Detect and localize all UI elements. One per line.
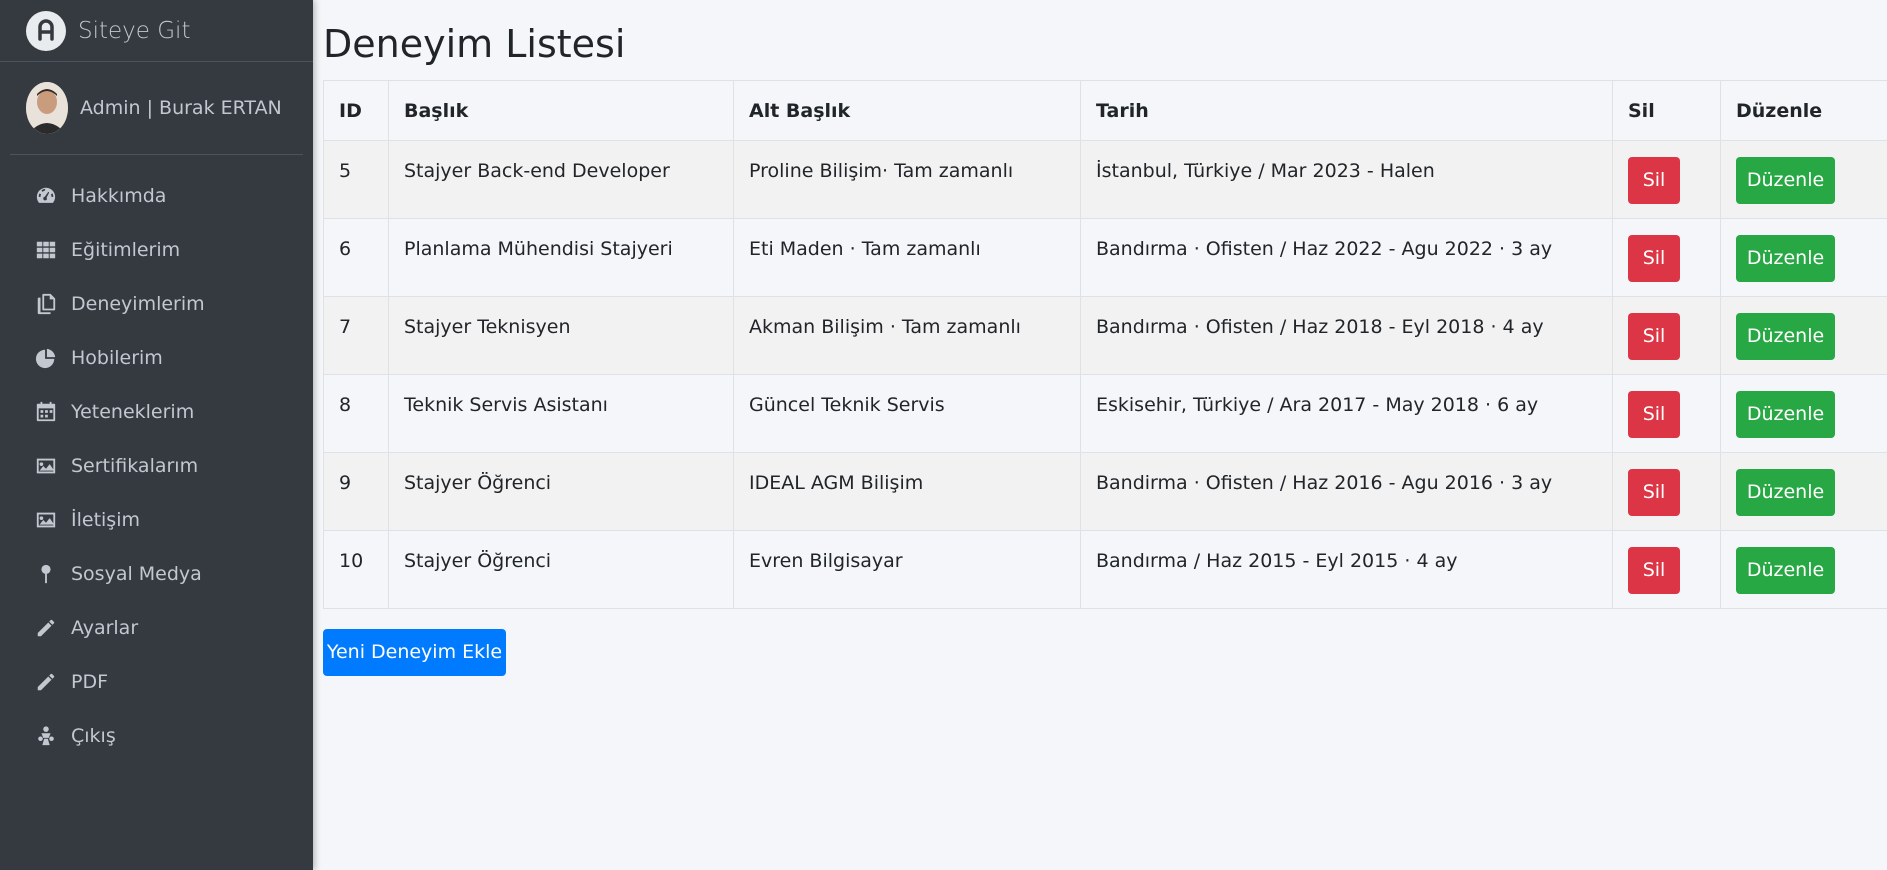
gauge-icon	[34, 184, 58, 208]
cell-baslik: Planlama Mühendisi Stajyeri	[388, 218, 734, 297]
map-pin-icon	[34, 562, 58, 586]
sidebar-item-deneyimlerim[interactable]: Deneyimlerim	[0, 277, 313, 331]
brand-logo-icon	[26, 10, 66, 51]
cell-duzenle: Düzenle	[1720, 218, 1887, 297]
cell-baslik: Stajyer Back-end Developer	[388, 140, 734, 219]
delete-button[interactable]: Sil	[1628, 391, 1680, 438]
sidebar-item-iletisim[interactable]: İletişim	[0, 493, 313, 547]
copy-icon	[34, 292, 58, 316]
sidebar-item-ayarlar[interactable]: Ayarlar	[0, 601, 313, 655]
sidebar-item-sertifikalarim[interactable]: Sertifikalarım	[0, 439, 313, 493]
cell-tarih: Bandırma / Haz 2015 - Eyl 2015 · 4 ay	[1080, 530, 1613, 609]
cell-sil: Sil	[1612, 218, 1721, 297]
experience-table: ID Başlık Alt Başlık Tarih Sil Düzenle 5…	[323, 80, 1887, 609]
cell-alt-baslik: Eti Maden · Tam zamanlı	[733, 218, 1081, 297]
table-row: 10 Stajyer Öğrenci Evren Bilgisayar Band…	[323, 530, 1887, 609]
cell-duzenle: Düzenle	[1720, 296, 1887, 375]
brand-link[interactable]: Siteye Git	[0, 0, 313, 62]
user-name: Admin | Burak ERTAN	[80, 97, 282, 119]
cell-id: 10	[323, 530, 389, 609]
column-header-id: ID	[323, 80, 389, 141]
sidebar-item-hobilerim[interactable]: Hobilerim	[0, 331, 313, 385]
edit-button[interactable]: Düzenle	[1736, 391, 1835, 438]
cell-duzenle: Düzenle	[1720, 140, 1887, 219]
cell-tarih: Bandirma · Ofisten / Haz 2016 - Agu 2016…	[1080, 452, 1613, 531]
edit-button[interactable]: Düzenle	[1736, 547, 1835, 594]
grid-icon	[34, 238, 58, 262]
column-header-alt-baslik: Alt Başlık	[733, 80, 1081, 141]
pencil-icon	[34, 616, 58, 640]
cell-alt-baslik: Proline Bilişim· Tam zamanlı	[733, 140, 1081, 219]
sidebar-nav: Hakkımda Eğitimlerim Deneyimlerim Hobile…	[0, 169, 313, 763]
calendar-icon	[34, 400, 58, 424]
cell-tarih: Eskisehir, Türkiye / Ara 2017 - May 2018…	[1080, 374, 1613, 453]
cell-id: 6	[323, 218, 389, 297]
page-title: Deneyim Listesi	[323, 22, 626, 66]
cell-tarih: Bandırma · Ofisten / Haz 2022 - Agu 2022…	[1080, 218, 1613, 297]
table-row: 6 Planlama Mühendisi Stajyeri Eti Maden …	[323, 218, 1887, 297]
add-experience-button[interactable]: Yeni Deneyim Ekle	[323, 629, 506, 676]
pie-chart-icon	[34, 346, 58, 370]
cell-id: 5	[323, 140, 389, 219]
edit-button[interactable]: Düzenle	[1736, 235, 1835, 282]
user-group-icon	[34, 724, 58, 748]
table-row: 7 Stajyer Teknisyen Akman Bilişim · Tam …	[323, 296, 1887, 375]
cell-sil: Sil	[1612, 530, 1721, 609]
table-row: 9 Stajyer Öğrenci IDEAL AGM Bilişim Band…	[323, 452, 1887, 531]
table-row: 5 Stajyer Back-end Developer Proline Bil…	[323, 140, 1887, 219]
delete-button[interactable]: Sil	[1628, 469, 1680, 516]
sidebar-item-cikis[interactable]: Çıkış	[0, 709, 313, 763]
cell-sil: Sil	[1612, 452, 1721, 531]
table-header-row: ID Başlık Alt Başlık Tarih Sil Düzenle	[323, 80, 1887, 141]
column-header-duzenle: Düzenle	[1720, 80, 1887, 141]
delete-button[interactable]: Sil	[1628, 313, 1680, 360]
cell-tarih: Bandırma · Ofisten / Haz 2018 - Eyl 2018…	[1080, 296, 1613, 375]
cell-sil: Sil	[1612, 296, 1721, 375]
cell-alt-baslik: Güncel Teknik Servis	[733, 374, 1081, 453]
column-header-tarih: Tarih	[1080, 80, 1613, 141]
experience-table-wrapper: ID Başlık Alt Başlık Tarih Sil Düzenle 5…	[323, 80, 1887, 609]
cell-sil: Sil	[1612, 140, 1721, 219]
avatar	[26, 82, 68, 134]
cell-baslik: Teknik Servis Asistanı	[388, 374, 734, 453]
cell-duzenle: Düzenle	[1720, 530, 1887, 609]
sidebar: Siteye Git Admin | Burak ERTAN Hakkımda …	[0, 0, 313, 870]
sidebar-item-sosyal-medya[interactable]: Sosyal Medya	[0, 547, 313, 601]
image-icon	[34, 454, 58, 478]
table-row: 8 Teknik Servis Asistanı Güncel Teknik S…	[323, 374, 1887, 453]
edit-button[interactable]: Düzenle	[1736, 157, 1835, 204]
cell-id: 9	[323, 452, 389, 531]
cell-duzenle: Düzenle	[1720, 452, 1887, 531]
edit-button[interactable]: Düzenle	[1736, 313, 1835, 360]
cell-alt-baslik: Evren Bilgisayar	[733, 530, 1081, 609]
cell-id: 7	[323, 296, 389, 375]
delete-button[interactable]: Sil	[1628, 547, 1680, 594]
image-icon	[34, 508, 58, 532]
cell-baslik: Stajyer Teknisyen	[388, 296, 734, 375]
cell-alt-baslik: IDEAL AGM Bilişim	[733, 452, 1081, 531]
sidebar-item-hakkimda[interactable]: Hakkımda	[0, 169, 313, 223]
sidebar-item-yeteneklerim[interactable]: Yeteneklerim	[0, 385, 313, 439]
main-content: Deneyim Listesi ID Başlık Alt Başlık Tar…	[313, 0, 1887, 870]
brand-text: Siteye Git	[78, 17, 191, 44]
sidebar-item-pdf[interactable]: PDF	[0, 655, 313, 709]
column-header-baslik: Başlık	[388, 80, 734, 141]
column-header-sil: Sil	[1612, 80, 1721, 141]
cell-duzenle: Düzenle	[1720, 374, 1887, 453]
delete-button[interactable]: Sil	[1628, 157, 1680, 204]
cell-baslik: Stajyer Öğrenci	[388, 452, 734, 531]
cell-id: 8	[323, 374, 389, 453]
delete-button[interactable]: Sil	[1628, 235, 1680, 282]
cell-baslik: Stajyer Öğrenci	[388, 530, 734, 609]
sidebar-item-egitimlerim[interactable]: Eğitimlerim	[0, 223, 313, 277]
cell-alt-baslik: Akman Bilişim · Tam zamanlı	[733, 296, 1081, 375]
cell-sil: Sil	[1612, 374, 1721, 453]
edit-button[interactable]: Düzenle	[1736, 469, 1835, 516]
user-panel[interactable]: Admin | Burak ERTAN	[10, 62, 303, 155]
cell-tarih: İstanbul, Türkiye / Mar 2023 - Halen	[1080, 140, 1613, 219]
pencil-icon	[34, 670, 58, 694]
